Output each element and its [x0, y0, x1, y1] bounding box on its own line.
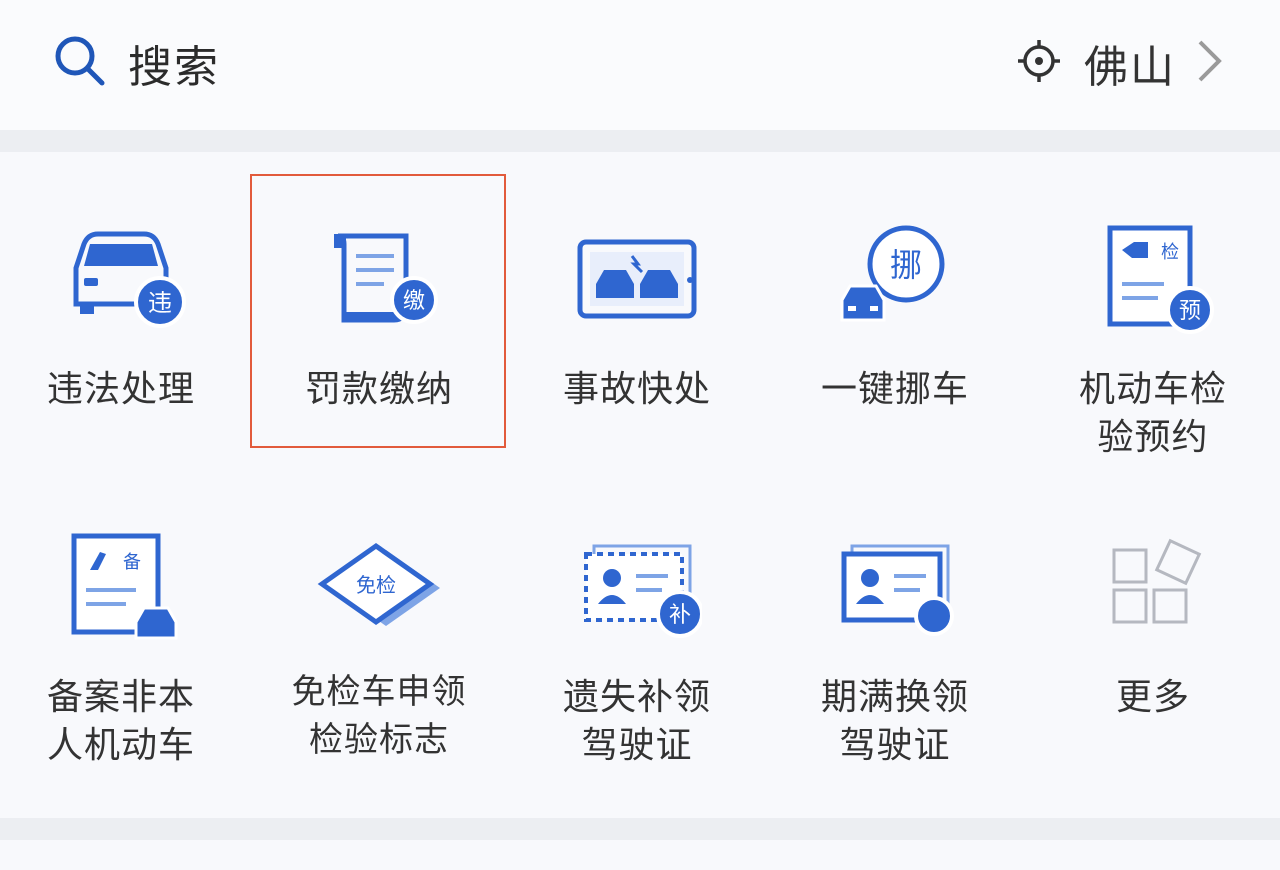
register-car-icon: 备 [56, 532, 186, 642]
top-bar: 搜索 佛山 [0, 0, 1280, 130]
more-grid-icon [1088, 532, 1218, 642]
city-label: 佛山 [1084, 42, 1176, 93]
section-divider [0, 130, 1280, 152]
svg-text:备: 备 [123, 552, 141, 573]
inspection-booking-icon: 检 预 [1088, 224, 1218, 334]
selected-highlight-box [250, 174, 506, 448]
search-icon [52, 33, 108, 93]
service-label: 遗失补领 驾驶证 [562, 677, 711, 766]
section-divider [0, 818, 1280, 840]
service-grid: 违 违法处理 缴 罚款缴纳 事故快处 挪 一键挪车 检 预 机动车检 验预约 备… [0, 152, 1280, 818]
bottom-section [0, 840, 1280, 870]
svg-text:预: 预 [1179, 299, 1201, 324]
svg-text:补: 补 [669, 603, 691, 628]
service-label: 事故快处 [562, 369, 711, 410]
chevron-right-icon [1194, 38, 1224, 88]
svg-text:免检: 免检 [356, 573, 396, 597]
service-label: 期满换领 驾驶证 [820, 677, 969, 766]
exempt-inspection-icon: 免检 [314, 532, 444, 642]
renew-license-icon [830, 532, 960, 642]
reissue-license-icon: 补 [572, 532, 704, 642]
crosshair-location-icon [1016, 38, 1062, 88]
move-car-icon: 挪 [830, 224, 960, 334]
service-label: 一键挪车 [820, 369, 969, 410]
svg-text:挪: 挪 [890, 246, 922, 284]
city-selector[interactable]: 佛山 [1016, 28, 1224, 98]
svg-text:检: 检 [1161, 242, 1179, 263]
service-label: 机动车检 验预约 [1078, 369, 1227, 458]
search-label: 搜索 [128, 42, 220, 93]
svg-text:违: 违 [148, 289, 172, 317]
accident-quick-icon [572, 224, 702, 334]
service-label: 违法处理 [46, 369, 195, 410]
service-label: 更多 [1115, 677, 1190, 718]
service-label: 备案非本 人机动车 [46, 677, 195, 766]
violation-car-icon: 违 [56, 224, 186, 334]
search-button[interactable]: 搜索 [52, 28, 220, 98]
service-label: 免检车申领 检验标志 [291, 672, 467, 760]
